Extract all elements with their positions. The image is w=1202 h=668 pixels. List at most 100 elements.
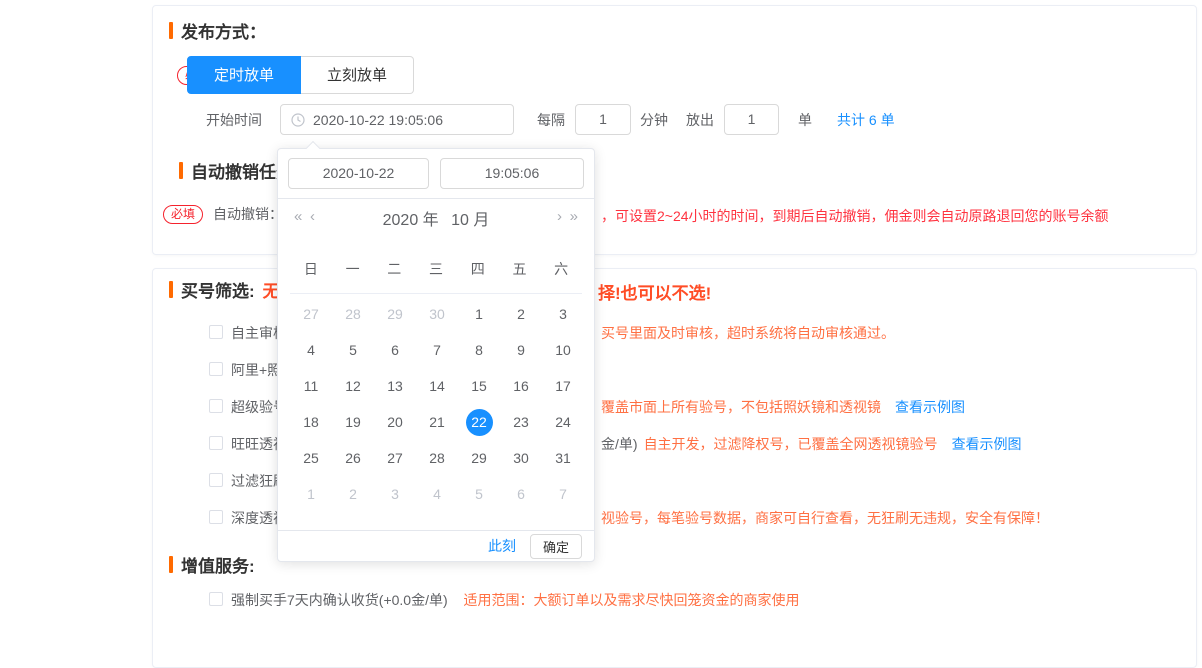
tab-immediate-release[interactable]: 立刻放单	[301, 56, 414, 94]
filter-checkbox[interactable]	[209, 325, 223, 339]
next-year-icon[interactable]: »	[570, 208, 578, 225]
section-bar	[169, 556, 173, 573]
calendar-day[interactable]: 18	[290, 404, 332, 440]
picker-date-input[interactable]: 2020-10-22	[288, 158, 429, 189]
confirm-button[interactable]: 确定	[530, 534, 582, 559]
calendar-day[interactable]: 14	[416, 368, 458, 404]
filter-checkbox[interactable]	[209, 362, 223, 376]
calendar-day-number: 24	[550, 409, 577, 436]
calendar-day-number: 1	[298, 481, 325, 508]
calendar-day-number: 25	[298, 445, 325, 472]
calendar-day[interactable]: 21	[416, 404, 458, 440]
filter-checkbox[interactable]	[209, 473, 223, 487]
release-count-input[interactable]: 1	[724, 104, 779, 135]
calendar-day[interactable]: 10	[542, 332, 584, 368]
calendar-day[interactable]: 30	[416, 296, 458, 332]
calendar-day[interactable]: 3	[374, 476, 416, 512]
weekday-header: 日一二三四五六	[290, 259, 582, 279]
calendar-day[interactable]: 19	[332, 404, 374, 440]
calendar-day[interactable]: 7	[542, 476, 584, 512]
filter-note-text: 买号里面及时审核，超时系统将自动审核通过。	[601, 325, 895, 341]
calendar-day[interactable]: 27	[290, 296, 332, 332]
interval-input[interactable]: 1	[575, 104, 631, 135]
calendar-day[interactable]: 15	[458, 368, 500, 404]
example-image-link[interactable]: 查看示例图	[952, 436, 1022, 452]
calendar-day[interactable]: 2	[332, 476, 374, 512]
calendar-day[interactable]: 28	[416, 440, 458, 476]
calendar-day[interactable]: 7	[416, 332, 458, 368]
calendar-day[interactable]: 29	[374, 296, 416, 332]
calendar-day[interactable]: 6	[374, 332, 416, 368]
value-added-label-text: 强制买手7天内确认收货(+0.0金/单)	[231, 592, 448, 608]
calendar-day[interactable]: 24	[542, 404, 584, 440]
auto-cancel-label: 自动撤销：	[213, 204, 283, 224]
calendar-day[interactable]: 20	[374, 404, 416, 440]
tab-timed-release[interactable]: 定时放单	[187, 56, 301, 94]
calendar-day[interactable]: 8	[458, 332, 500, 368]
calendar-day[interactable]: 5	[332, 332, 374, 368]
calendar-day[interactable]: 28	[332, 296, 374, 332]
calendar-day-number: 27	[298, 301, 325, 328]
calendar-day[interactable]: 29	[458, 440, 500, 476]
filter-note: 金/单)自主开发，过滤降权号，已覆盖全网透视镜验号查看示例图	[601, 434, 1022, 454]
calendar-day[interactable]: 17	[542, 368, 584, 404]
filter-note-text: 自主开发，过滤降权号，已覆盖全网透视镜验号	[644, 436, 938, 452]
example-image-link[interactable]: 查看示例图	[895, 399, 965, 415]
calendar-day-number: 29	[382, 301, 409, 328]
weekday-label: 三	[415, 259, 457, 279]
calendar-day[interactable]: 6	[500, 476, 542, 512]
filter-checkbox[interactable]	[209, 436, 223, 450]
section-bar	[169, 22, 173, 39]
calendar-day[interactable]: 1	[458, 296, 500, 332]
weekday-label: 五	[499, 259, 541, 279]
calendar-day[interactable]: 4	[416, 476, 458, 512]
filter-checkbox[interactable]	[209, 399, 223, 413]
calendar-day[interactable]: 9	[500, 332, 542, 368]
calendar-day[interactable]: 11	[290, 368, 332, 404]
weekday-label: 一	[332, 259, 374, 279]
weekday-label: 四	[457, 259, 499, 279]
calendar-day[interactable]: 30	[500, 440, 542, 476]
calendar-day-number: 30	[424, 301, 451, 328]
filter-checkbox[interactable]	[209, 510, 223, 524]
month-label[interactable]: 10 月	[451, 212, 489, 229]
filter-note: 买号里面及时审核，超时系统将自动审核通过。	[601, 323, 895, 343]
calendar-day-number: 23	[508, 409, 535, 436]
filter-note: 视验号，每笔验号数据，商家可自行查看，无狂刷无违规，安全有保障！	[601, 508, 1049, 528]
calendar-day[interactable]: 26	[332, 440, 374, 476]
calendar-day-number: 11	[298, 373, 325, 400]
calendar-day[interactable]: 23	[500, 404, 542, 440]
value-added-title-text: 增值服务:	[181, 552, 255, 577]
calendar-day[interactable]: 3	[542, 296, 584, 332]
calendar-day[interactable]: 31	[542, 440, 584, 476]
buyer-filter-title: 买号筛选: 无	[169, 277, 280, 302]
now-link[interactable]: 此刻	[488, 536, 516, 556]
value-added-checkbox[interactable]	[209, 592, 223, 606]
filter-note-text: 覆盖市面上所有验号，不包括照妖镜和透视镜	[601, 399, 881, 415]
picker-time-input[interactable]: 19:05:06	[440, 158, 584, 189]
divider	[278, 198, 594, 199]
auto-cancel-title: 自动撤销任务	[179, 158, 293, 183]
start-time-input[interactable]: 2020-10-22 19:05:06	[280, 104, 514, 135]
calendar-day[interactable]: 13	[374, 368, 416, 404]
next-month-icon[interactable]: ›	[557, 208, 562, 225]
calendar-day[interactable]: 1	[290, 476, 332, 512]
calendar-day[interactable]: 27	[374, 440, 416, 476]
calendar-day[interactable]: 16	[500, 368, 542, 404]
calendar-header: « ‹ 2020 年 10 月 › »	[278, 204, 594, 234]
calendar-day-number: 6	[382, 337, 409, 364]
calendar-day[interactable]: 12	[332, 368, 374, 404]
year-label[interactable]: 2020 年	[383, 212, 439, 229]
value-added-label: 强制买手7天内确认收货(+0.0金/单) 适用范围：大额订单以及需求尽快回笼资金…	[231, 590, 800, 610]
calendar-day[interactable]: 4	[290, 332, 332, 368]
interval-suffix-label: 分钟	[640, 110, 668, 130]
divider	[290, 293, 582, 294]
total-orders-text: 共计 6 单	[837, 110, 895, 130]
calendar-day-selected[interactable]: 22	[458, 404, 500, 440]
calendar-day[interactable]: 5	[458, 476, 500, 512]
calendar-day-number: 27	[382, 445, 409, 472]
buyer-filter-hint-right: 择!也可以不选!	[598, 279, 711, 304]
calendar-day-number: 13	[382, 373, 409, 400]
calendar-day[interactable]: 25	[290, 440, 332, 476]
calendar-day[interactable]: 2	[500, 296, 542, 332]
